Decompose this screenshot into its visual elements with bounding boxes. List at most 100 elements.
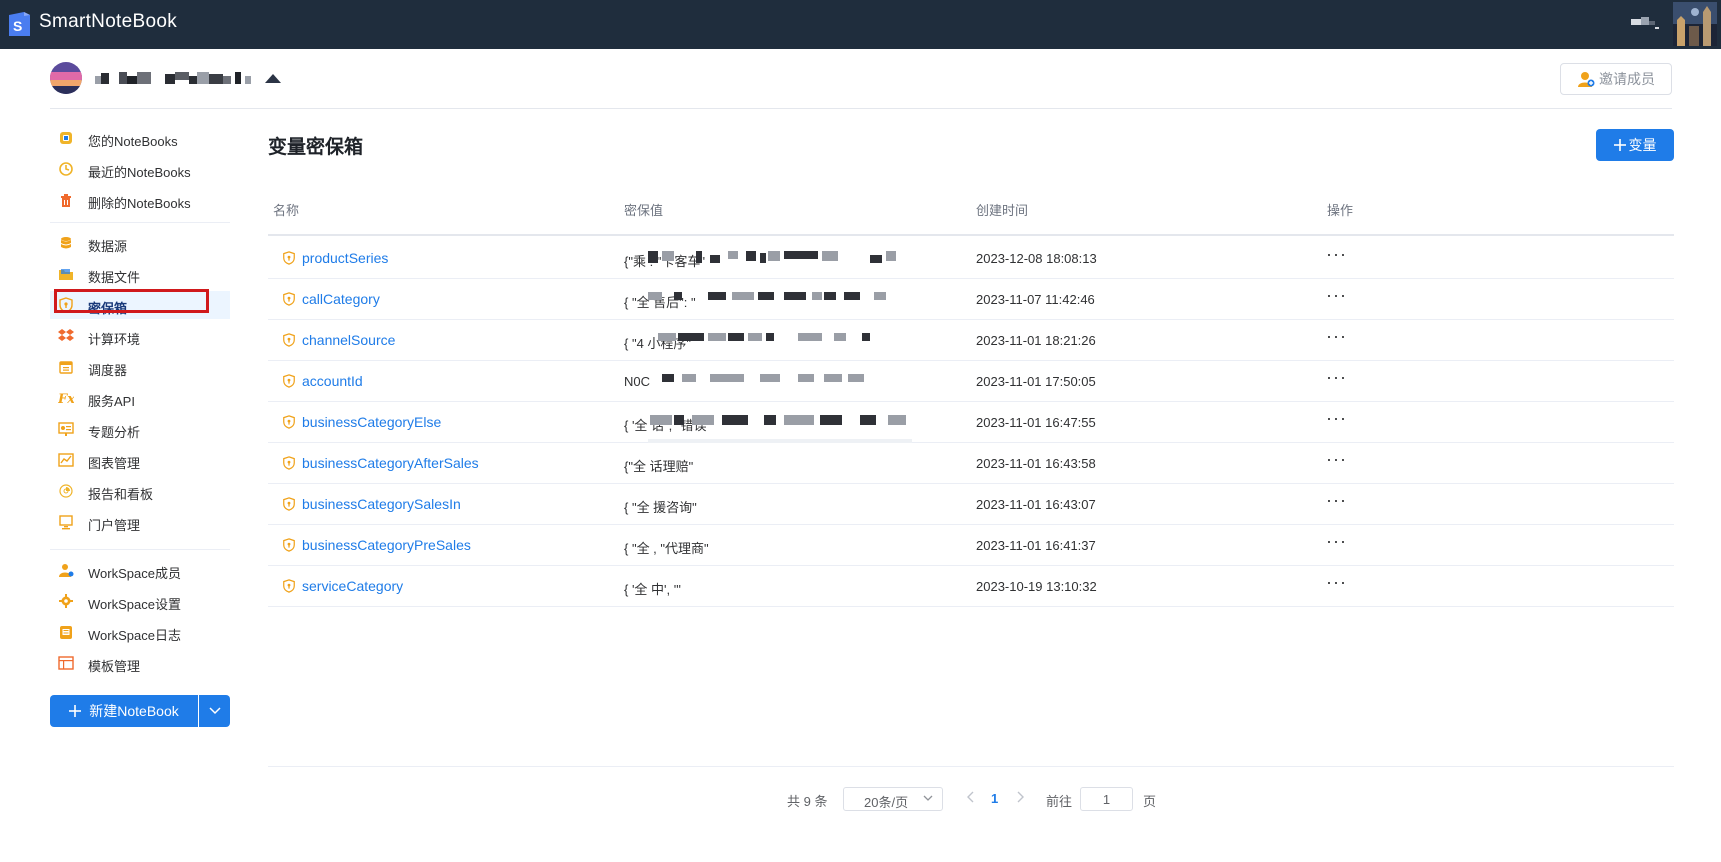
- pagination-divider: [268, 766, 1674, 767]
- add-variable-button[interactable]: 变量: [1596, 129, 1674, 161]
- app-title[interactable]: SmartNoteBook: [39, 11, 177, 33]
- vault-icon: [283, 538, 295, 552]
- vault-icon: [283, 456, 295, 470]
- variable-name-link[interactable]: serviceCategory: [282, 578, 403, 594]
- variable-name-link[interactable]: businessCategoryElse: [282, 414, 441, 430]
- sidebar-item-your-notebooks[interactable]: 您的NoteBooks: [50, 124, 230, 152]
- new-notebook-label: 新建NoteBook: [89, 703, 179, 719]
- page-number[interactable]: 1: [991, 791, 998, 806]
- calendar-icon: [59, 361, 73, 374]
- sidebar-item-vault[interactable]: 密保箱: [50, 289, 230, 319]
- table-row: productSeries {"乘 : "卡客车" 2023-12-08 18:…: [268, 238, 1674, 279]
- notebook-icon: [60, 132, 72, 144]
- function-icon: Fx: [58, 392, 74, 406]
- more-actions-icon[interactable]: ···: [1326, 532, 1348, 552]
- sidebar-divider: [50, 222, 230, 223]
- variable-name: businessCategoryPreSales: [302, 537, 471, 553]
- sidebar-item-deleted-notebooks[interactable]: 删除的NoteBooks: [50, 186, 230, 214]
- log-icon: [60, 626, 72, 639]
- vault-icon: [283, 497, 295, 511]
- page-size-select[interactable]: 20条/页: [843, 787, 943, 811]
- more-actions-icon[interactable]: ···: [1326, 286, 1348, 306]
- more-actions-icon[interactable]: ···: [1326, 491, 1348, 511]
- more-actions-icon[interactable]: ···: [1326, 368, 1348, 388]
- prev-page-icon[interactable]: [966, 790, 976, 804]
- sidebar-item-label: 最近的NoteBooks: [88, 165, 191, 180]
- sidebar-item-data-files[interactable]: 数据文件: [50, 260, 230, 288]
- goto-label: 前往: [1046, 794, 1073, 809]
- vault-icon: [59, 297, 73, 313]
- sidebar-item-compute-env[interactable]: 计算环境: [50, 322, 230, 350]
- created-time: 2023-11-07 11:42:46: [976, 292, 1095, 307]
- created-time: 2023-11-01 16:43:58: [976, 456, 1096, 471]
- created-time: 2023-10-19 13:10:32: [976, 579, 1097, 594]
- sidebar-item-reports-dashboards[interactable]: 报告和看板: [50, 477, 230, 505]
- pagination-total: 共 9 条: [787, 794, 828, 809]
- variable-name-link[interactable]: callCategory: [282, 291, 380, 307]
- sidebar-item-template-management[interactable]: 模板管理: [50, 649, 230, 677]
- sidebar-item-label: 删除的NoteBooks: [88, 196, 191, 211]
- variable-name-link[interactable]: accountId: [282, 373, 363, 389]
- table-row: callCategory { "全 售后": " 2023-11-07 11:4…: [268, 279, 1674, 320]
- sidebar-item-chart-management[interactable]: 图表管理: [50, 446, 230, 474]
- report-icon: [59, 484, 73, 498]
- variable-name-link[interactable]: businessCategorySalesIn: [282, 496, 461, 512]
- new-notebook-button[interactable]: 新建NoteBook: [50, 695, 198, 727]
- more-actions-icon[interactable]: ···: [1326, 450, 1348, 470]
- workspace-toggle-caret-icon[interactable]: [265, 74, 281, 83]
- user-avatar[interactable]: [1673, 2, 1717, 46]
- column-header-created: 创建时间: [976, 203, 1029, 218]
- new-notebook-dropdown[interactable]: [199, 695, 230, 727]
- sidebar-item-workspace-settings[interactable]: WorkSpace设置: [50, 587, 230, 615]
- table-row: businessCategoryPreSales { "全 , "代理商" 20…: [268, 525, 1674, 566]
- variable-name: accountId: [302, 373, 363, 389]
- sidebar-item-label: 报告和看板: [88, 487, 154, 502]
- sidebar-item-data-sources[interactable]: 数据源: [50, 229, 230, 257]
- sidebar-item-workspace-members[interactable]: WorkSpace成员: [50, 556, 230, 584]
- variable-name-link[interactable]: businessCategoryPreSales: [282, 537, 471, 553]
- secret-value: { '全 中', '": [624, 582, 681, 597]
- sidebar-item-scheduler[interactable]: 调度器: [50, 353, 230, 381]
- more-actions-icon[interactable]: ···: [1326, 573, 1348, 593]
- sidebar-item-portal-management[interactable]: 门户管理: [50, 508, 230, 536]
- next-page-icon[interactable]: [1015, 790, 1025, 804]
- vault-icon: [283, 579, 295, 593]
- variable-name: serviceCategory: [302, 578, 404, 594]
- variable-name: businessCategoryElse: [302, 414, 442, 430]
- gear-icon: [59, 594, 73, 608]
- sidebar-item-label: 调度器: [88, 363, 128, 378]
- variable-name: businessCategorySalesIn: [302, 496, 461, 512]
- chevron-down-icon: [208, 707, 221, 715]
- invite-member-button[interactable]: 邀请成员: [1560, 63, 1672, 95]
- vault-icon: [283, 415, 295, 429]
- app-logo-icon[interactable]: S: [9, 12, 30, 36]
- more-actions-icon[interactable]: ···: [1326, 327, 1348, 347]
- sidebar-item-label: 模板管理: [88, 659, 141, 674]
- variable-name-link[interactable]: productSeries: [282, 250, 388, 266]
- variable-name-link[interactable]: businessCategoryAfterSales: [282, 455, 479, 471]
- highlight-box: [54, 289, 209, 313]
- chevron-down-icon: [923, 795, 933, 801]
- table-row: businessCategoryElse { '全 话", "错误" 2023-…: [268, 402, 1674, 443]
- user-name-redacted[interactable]: [1631, 17, 1659, 29]
- more-actions-icon[interactable]: ···: [1326, 245, 1348, 265]
- page-size-value: 20条/页: [864, 795, 909, 810]
- sidebar-item-label: WorkSpace设置: [88, 597, 181, 612]
- sidebar-divider: [50, 549, 230, 550]
- created-time: 2023-11-01 17:50:05: [976, 374, 1096, 389]
- table-row: serviceCategory { '全 中', '" 2023-10-19 1…: [268, 566, 1674, 607]
- redaction-mosaic: [648, 251, 912, 443]
- sidebar-item-workspace-log[interactable]: WorkSpace日志: [50, 618, 230, 646]
- variable-name-link[interactable]: channelSource: [282, 332, 395, 348]
- secret-value: {"全 话理赔": [624, 459, 694, 474]
- sidebar-item-service-api[interactable]: Fx 服务API: [50, 384, 230, 412]
- member-icon: [59, 564, 74, 577]
- more-actions-icon[interactable]: ···: [1326, 409, 1348, 429]
- created-time: 2023-12-08 18:08:13: [976, 251, 1097, 266]
- plus-icon: [1613, 139, 1626, 151]
- goto-page-input[interactable]: [1080, 787, 1133, 811]
- workspace-name-redacted[interactable]: [95, 70, 257, 88]
- sidebar-item-recent-notebooks[interactable]: 最近的NoteBooks: [50, 155, 230, 183]
- sidebar-item-topic-analysis[interactable]: 专题分析: [50, 415, 230, 443]
- workspace-avatar[interactable]: [50, 62, 82, 94]
